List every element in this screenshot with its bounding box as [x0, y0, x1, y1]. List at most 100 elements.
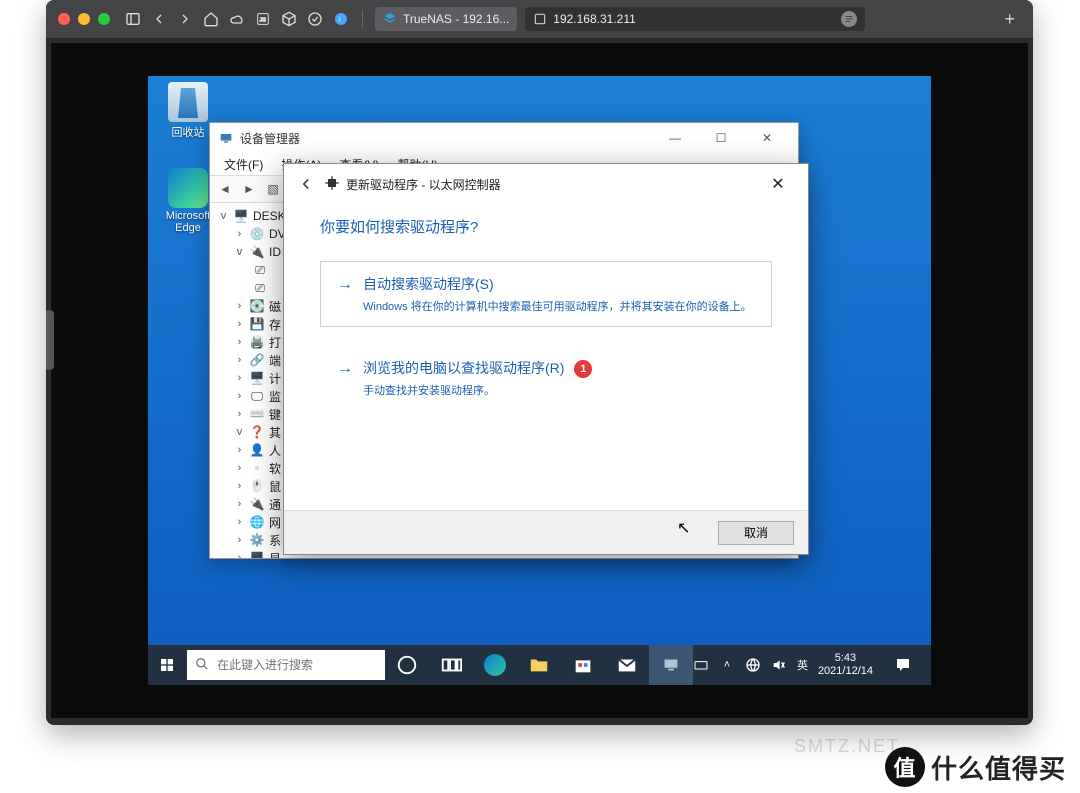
- start-button[interactable]: [148, 645, 187, 685]
- new-tab-button[interactable]: +: [998, 9, 1021, 30]
- tb-edge-icon[interactable]: [473, 645, 517, 685]
- arrow-icon: →: [337, 276, 353, 294]
- option-browse-title: 浏览我的电脑以查找驱动程序(R): [363, 360, 564, 376]
- cortana-icon[interactable]: [385, 645, 429, 685]
- reader-icon[interactable]: [841, 11, 857, 27]
- menu-file[interactable]: 文件(F): [216, 154, 271, 175]
- tree-item[interactable]: 磁: [269, 298, 281, 315]
- tray-date: 2021/12/14: [818, 665, 873, 678]
- wizard-titlebar[interactable]: 更新驱动程序 - 以太网控制器 ✕: [284, 164, 808, 204]
- search-icon: [195, 657, 209, 674]
- wizard-title: 更新驱动程序 - 以太网控制器: [346, 176, 501, 193]
- annotation-badge: 1: [574, 360, 592, 378]
- recycle-bin-icon: [168, 82, 208, 122]
- option-auto-search[interactable]: → 自动搜索驱动程序(S) Windows 将在你的计算机中搜索最佳可用驱动程序…: [320, 261, 772, 327]
- tree-item[interactable]: 网: [269, 514, 281, 531]
- taskbar: ˄ 英 5:43 2021/12/14: [148, 645, 931, 685]
- tree-item[interactable]: 键: [269, 406, 281, 423]
- tray-volume-icon[interactable]: [771, 657, 787, 673]
- dm-app-icon: [218, 130, 234, 146]
- wizard-question: 你要如何搜索驱动程序?: [320, 216, 772, 237]
- tree-item[interactable]: 通: [269, 496, 281, 513]
- dm-close-button[interactable]: ✕: [744, 123, 790, 153]
- tree-item[interactable]: 系: [269, 532, 281, 549]
- tree-other-devices[interactable]: 其: [269, 424, 281, 441]
- option-browse-computer[interactable]: → 浏览我的电脑以查找驱动程序(R) 1 手动查找并安装驱动程序。: [320, 345, 772, 411]
- mac-close-button[interactable]: [58, 13, 70, 25]
- mac-zoom-button[interactable]: [98, 13, 110, 25]
- tree-item[interactable]: 软: [269, 460, 281, 477]
- cube-icon[interactable]: [280, 10, 298, 28]
- tb-devicemanager-icon[interactable]: [649, 645, 693, 685]
- wizard-footer: 取消: [284, 510, 808, 554]
- windows-desktop[interactable]: 回收站 Microsoft Edge 设备管理器 ― ☐ ✕: [148, 76, 931, 685]
- dm-title: 设备管理器: [240, 130, 300, 147]
- tray-ime[interactable]: 英: [797, 657, 808, 673]
- watermark: 值 什么值得买: [885, 747, 1066, 787]
- tree-item[interactable]: 人: [269, 442, 281, 459]
- dm-minimize-button[interactable]: ―: [652, 123, 698, 153]
- tray-chevron-icon[interactable]: ˄: [719, 657, 735, 673]
- edge-icon: [168, 168, 208, 208]
- tray-clock[interactable]: 5:43 2021/12/14: [818, 652, 873, 678]
- tree-item[interactable]: ID: [269, 245, 281, 259]
- watermark-badge: 值: [885, 747, 925, 787]
- tb-back-icon[interactable]: ◄: [214, 178, 236, 200]
- tree-item[interactable]: 打: [269, 334, 281, 351]
- tab-label: TrueNAS - 192.16...: [403, 12, 509, 26]
- taskview-icon[interactable]: [429, 645, 473, 685]
- tree-item[interactable]: 监: [269, 388, 281, 405]
- svg-text:JS: JS: [260, 18, 267, 24]
- tree-item[interactable]: 显: [269, 550, 281, 559]
- action-center-icon[interactable]: [883, 656, 923, 674]
- wizard-close-button[interactable]: ✕: [758, 174, 798, 194]
- tray-network-icon[interactable]: [745, 657, 761, 673]
- tree-item[interactable]: 鼠: [269, 478, 281, 495]
- traffic-lights: [58, 13, 110, 25]
- watermark-text: 什么值得买: [931, 749, 1066, 786]
- dm-maximize-button[interactable]: ☐: [698, 123, 744, 153]
- tab-label: 192.168.31.211: [553, 12, 636, 26]
- option-auto-desc: Windows 将在你的计算机中搜索最佳可用驱动程序，并将其安装在你的设备上。: [363, 298, 755, 314]
- tree-item[interactable]: 存: [269, 316, 281, 333]
- cancel-button[interactable]: 取消: [718, 521, 794, 545]
- truenas-favicon: [383, 12, 397, 26]
- tb-up-icon[interactable]: ▧: [262, 178, 284, 200]
- remote-viewport: 回收站 Microsoft Edge 设备管理器 ― ☐ ✕: [51, 43, 1028, 718]
- tree-item[interactable]: [272, 263, 275, 277]
- cloud-icon[interactable]: [228, 10, 246, 28]
- arrow-icon: →: [337, 360, 353, 378]
- tray-keyboard-icon[interactable]: [693, 657, 709, 673]
- browser-tab-remote[interactable]: 192.168.31.211: [525, 7, 865, 31]
- tb-store-icon[interactable]: [561, 645, 605, 685]
- browser-tab-truenas[interactable]: TrueNAS - 192.16...: [375, 7, 517, 31]
- key-icon[interactable]: i: [332, 10, 350, 28]
- dm-titlebar[interactable]: 设备管理器 ― ☐ ✕: [210, 123, 798, 153]
- driver-update-wizard: 更新驱动程序 - 以太网控制器 ✕ 你要如何搜索驱动程序? → 自动搜索驱动程序…: [283, 163, 809, 555]
- mac-minimize-button[interactable]: [78, 13, 90, 25]
- nav-back-icon[interactable]: [150, 10, 168, 28]
- system-tray: ˄ 英 5:43 2021/12/14: [693, 645, 931, 685]
- tree-item[interactable]: 端: [269, 352, 281, 369]
- option-auto-title: 自动搜索驱动程序(S): [363, 274, 755, 294]
- js-icon[interactable]: JS: [254, 10, 272, 28]
- tb-mail-icon[interactable]: [605, 645, 649, 685]
- tree-item[interactable]: 计: [269, 370, 281, 387]
- browser-window: JS i TrueNAS - 192.16... 192.168.31.211 …: [46, 0, 1033, 725]
- mac-titlebar: JS i TrueNAS - 192.16... 192.168.31.211 …: [46, 0, 1033, 38]
- search-input[interactable]: [217, 658, 377, 672]
- sidebar-toggle-icon[interactable]: [124, 10, 142, 28]
- wizard-body: 你要如何搜索驱动程序? → 自动搜索驱动程序(S) Windows 将在你的计算…: [284, 204, 808, 510]
- nav-forward-icon[interactable]: [176, 10, 194, 28]
- drag-handle[interactable]: [46, 310, 54, 370]
- tb-explorer-icon[interactable]: [517, 645, 561, 685]
- tray-time: 5:43: [818, 652, 873, 665]
- taskbar-search[interactable]: [187, 650, 385, 680]
- home-icon[interactable]: [202, 10, 220, 28]
- option-browse-desc: 手动查找并安装驱动程序。: [363, 382, 755, 398]
- tb-forward-icon[interactable]: ►: [238, 178, 260, 200]
- wizard-chip-icon: [324, 175, 340, 194]
- wizard-back-button[interactable]: [294, 172, 318, 196]
- tree-item[interactable]: [272, 281, 275, 295]
- check-icon[interactable]: [306, 10, 324, 28]
